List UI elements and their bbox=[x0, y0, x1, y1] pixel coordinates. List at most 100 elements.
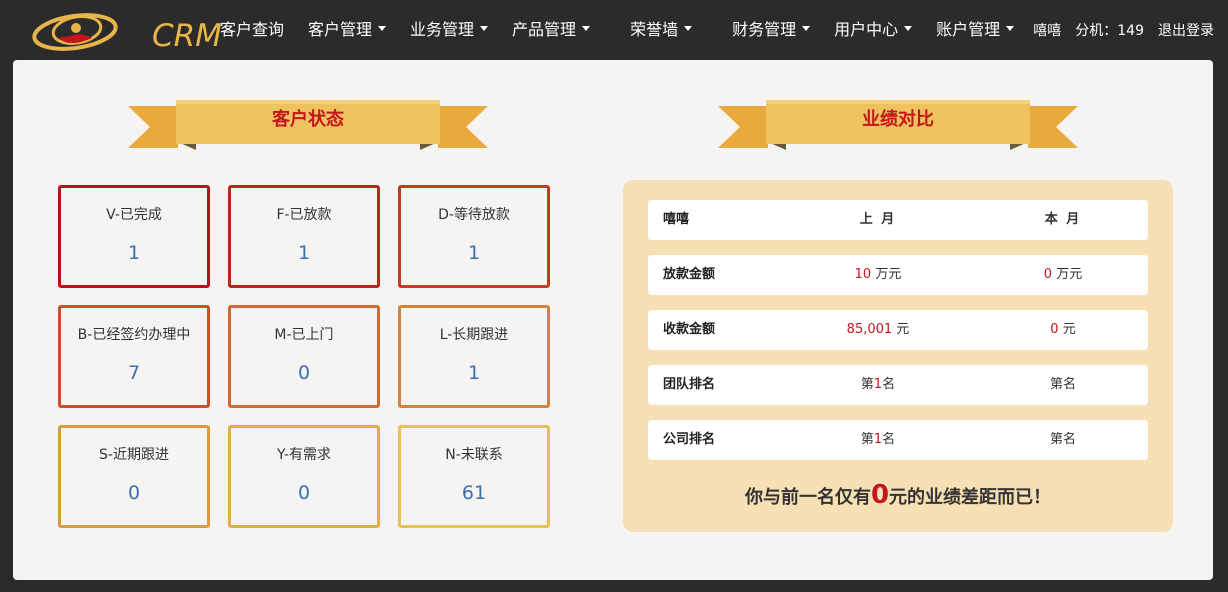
status-label: B-已经签约办理中 bbox=[77, 327, 191, 343]
status-count: 1 bbox=[297, 242, 311, 264]
top-navbar: CRM 客户查询 客户管理 业务管理 产品管理 荣誉墙 财务管理 用户中心 账户… bbox=[0, 0, 1228, 60]
nav-item-finance-management[interactable]: 财务管理 bbox=[704, 0, 822, 60]
customer-status-ribbon: 客户状态 bbox=[128, 98, 488, 150]
row-label: 团队排名 bbox=[663, 377, 716, 392]
this-month-value: 0 万元 bbox=[978, 255, 1148, 295]
logo-swirl-icon bbox=[32, 13, 118, 51]
value-unit: 万元 bbox=[1052, 267, 1083, 282]
status-card-b[interactable]: B-已经签约办理中 7 bbox=[58, 305, 210, 408]
header-this-month: 本 月 bbox=[1044, 212, 1082, 227]
caret-down-icon bbox=[378, 26, 387, 31]
status-card-s[interactable]: S-近期跟进 0 bbox=[58, 425, 210, 528]
status-count: 0 bbox=[297, 482, 311, 504]
nav-item-product-management[interactable]: 产品管理 bbox=[500, 0, 602, 60]
crm-logo[interactable]: CRM bbox=[30, 8, 222, 54]
status-count: 0 bbox=[297, 362, 311, 384]
comparison-row-company-rank: 公司排名 第1名 第名 bbox=[648, 420, 1148, 460]
nav-label: 客户查询 bbox=[220, 20, 285, 39]
status-label: V-已完成 bbox=[106, 207, 162, 223]
status-label: F-已放款 bbox=[276, 207, 332, 223]
status-card-n[interactable]: N-未联系 61 bbox=[398, 425, 550, 528]
nav-label: 客户管理 bbox=[308, 20, 373, 39]
value-number: 10 bbox=[854, 267, 872, 282]
status-label: Y-有需求 bbox=[277, 447, 331, 463]
status-count: 61 bbox=[461, 482, 487, 504]
customer-status-title: 客户状态 bbox=[272, 109, 344, 130]
nav-label: 业务管理 bbox=[410, 20, 475, 39]
this-month-value: 第名 bbox=[978, 365, 1148, 405]
nav-label: 荣誉墙 bbox=[630, 20, 679, 39]
value-number: 0 bbox=[1050, 322, 1059, 337]
nav-item-account-management[interactable]: 账户管理 bbox=[924, 0, 1026, 60]
comparison-row-collection-amount: 收款金额 85,001 元 0 元 bbox=[648, 310, 1148, 350]
status-card-v[interactable]: V-已完成 1 bbox=[58, 185, 210, 288]
rank-prefix: 第 bbox=[860, 432, 874, 447]
last-month-value: 第1名 bbox=[793, 365, 963, 405]
caret-down-icon bbox=[684, 26, 693, 31]
rank-prefix: 第 bbox=[1049, 432, 1063, 447]
caret-down-icon bbox=[480, 26, 489, 31]
caret-down-icon bbox=[904, 26, 913, 31]
rank-number: 1 bbox=[873, 377, 883, 392]
comparison-row-team-rank: 团队排名 第1名 第名 bbox=[648, 365, 1148, 405]
value-number: 0 bbox=[1043, 267, 1053, 282]
status-count: 1 bbox=[467, 362, 481, 384]
dashboard-panel: 客户状态 业绩对比 V-已完成 1 F-已放款 1 D-等待放款 1 B-已经签… bbox=[13, 60, 1213, 580]
caret-down-icon bbox=[1006, 26, 1015, 31]
status-card-d[interactable]: D-等待放款 1 bbox=[398, 185, 550, 288]
caret-down-icon bbox=[802, 26, 811, 31]
row-label: 放款金额 bbox=[663, 267, 716, 282]
status-label: S-近期跟进 bbox=[99, 447, 169, 463]
rank-suffix: 名 bbox=[1063, 432, 1077, 447]
rank-prefix: 第 bbox=[1049, 377, 1063, 392]
status-grid: V-已完成 1 F-已放款 1 D-等待放款 1 B-已经签约办理中 7 M-已… bbox=[58, 185, 558, 535]
row-label: 公司排名 bbox=[663, 432, 716, 447]
user-name[interactable]: 嘻嘻 bbox=[1033, 20, 1061, 40]
nav-item-customer-query[interactable]: 客户查询 bbox=[208, 0, 296, 60]
status-card-m[interactable]: M-已上门 0 bbox=[228, 305, 380, 408]
value-number: 85,001 bbox=[846, 322, 893, 337]
status-card-l[interactable]: L-长期跟进 1 bbox=[398, 305, 550, 408]
nav-item-user-center[interactable]: 用户中心 bbox=[822, 0, 924, 60]
comparison-row-loan-amount: 放款金额 10 万元 0 万元 bbox=[648, 255, 1148, 295]
nav-label: 财务管理 bbox=[732, 20, 797, 39]
performance-title: 业绩对比 bbox=[862, 109, 934, 130]
rank-number: 1 bbox=[873, 432, 883, 447]
nav-item-business-management[interactable]: 业务管理 bbox=[398, 0, 500, 60]
user-area: 嘻嘻 分机：149 退出登录 bbox=[1019, 0, 1214, 60]
performance-gap-summary: 你与前一名仅有0元的业绩差距而已！ bbox=[623, 480, 1173, 510]
rank-suffix: 名 bbox=[882, 377, 896, 392]
rank-suffix: 名 bbox=[1063, 377, 1077, 392]
value-unit: 元 bbox=[1058, 322, 1076, 337]
nav-label: 账户管理 bbox=[936, 20, 1001, 39]
logout-link[interactable]: 退出登录 bbox=[1158, 20, 1214, 40]
status-label: M-已上门 bbox=[274, 327, 334, 343]
status-label: D-等待放款 bbox=[438, 207, 510, 223]
extension-number: 分机：149 bbox=[1075, 23, 1144, 39]
status-count: 1 bbox=[467, 242, 481, 264]
status-count: 1 bbox=[127, 242, 141, 264]
comparison-header-row: 嘻嘻 上 月 本 月 bbox=[648, 200, 1148, 240]
row-label: 收款金额 bbox=[663, 322, 716, 337]
nav-label: 用户中心 bbox=[834, 20, 899, 39]
rank-suffix: 名 bbox=[882, 432, 896, 447]
nav-item-customer-management[interactable]: 客户管理 bbox=[296, 0, 398, 60]
this-month-value: 第名 bbox=[978, 420, 1148, 460]
summary-amount: 0 bbox=[870, 480, 890, 510]
status-card-f[interactable]: F-已放款 1 bbox=[228, 185, 380, 288]
value-unit: 元 bbox=[892, 322, 910, 337]
nav-item-honor-wall[interactable]: 荣誉墙 bbox=[602, 0, 704, 60]
main-nav: 客户查询 客户管理 业务管理 产品管理 荣誉墙 财务管理 用户中心 账户管理 bbox=[208, 0, 1026, 60]
last-month-value: 第1名 bbox=[793, 420, 963, 460]
last-month-value: 10 万元 bbox=[793, 255, 963, 295]
status-label: L-长期跟进 bbox=[439, 327, 509, 343]
status-card-y[interactable]: Y-有需求 0 bbox=[228, 425, 380, 528]
caret-down-icon bbox=[582, 26, 591, 31]
performance-comparison-panel: 嘻嘻 上 月 本 月 放款金额 10 万元 0 万元 收款金额 85,001 元… bbox=[623, 180, 1173, 532]
last-month-value: 85,001 元 bbox=[793, 310, 963, 350]
status-count: 0 bbox=[127, 482, 141, 504]
header-last-month: 上 月 bbox=[859, 212, 897, 227]
status-count: 7 bbox=[127, 362, 141, 384]
status-label: N-未联系 bbox=[445, 447, 503, 463]
summary-suffix: 元的业绩差距而已！ bbox=[889, 487, 1052, 508]
